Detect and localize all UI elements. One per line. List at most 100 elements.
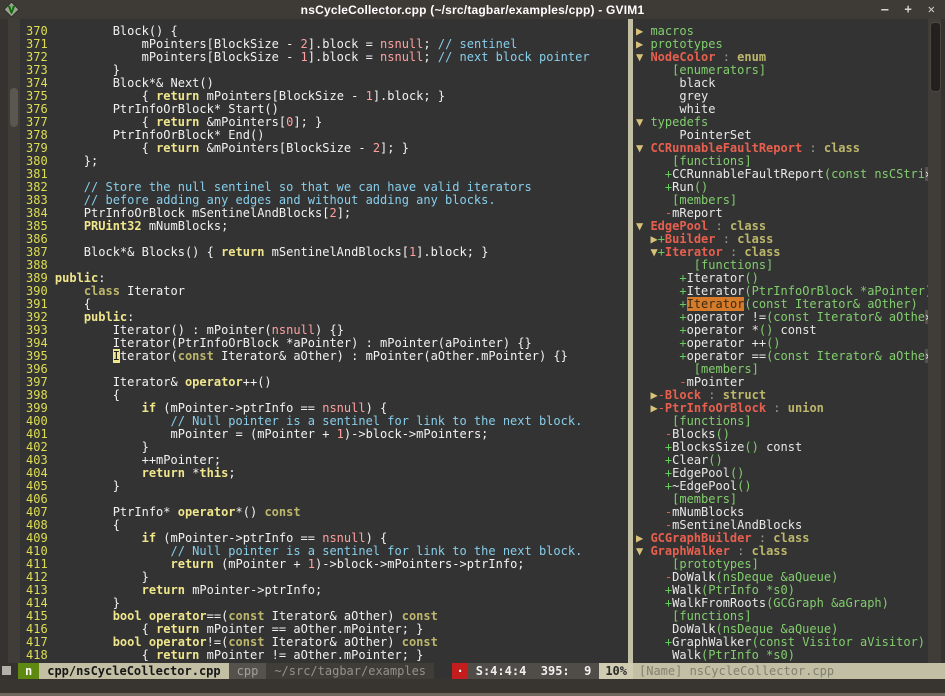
maximize-button[interactable]: +: [905, 0, 912, 19]
text-token: [636, 635, 665, 649]
text-token: [members]: [672, 492, 737, 506]
line-number: 390: [26, 284, 55, 298]
left-scrollbar-thumb[interactable]: [10, 88, 18, 127]
text-token: [636, 180, 665, 194]
working-dir-segment: ~/src/tagbar/examples: [266, 663, 434, 679]
fold-arrow-icon: ▶: [636, 37, 650, 51]
text-token: Iterator(PtrInfoOrBlock *aPointer) : mPo…: [55, 336, 532, 350]
code-line[interactable]: 379 { return &mPointers[BlockSize - 2]; …: [26, 142, 590, 155]
text-token: macros: [650, 24, 693, 38]
text-token: Iterator() : mPointer(: [55, 323, 272, 337]
text-token: ]; }: [380, 141, 409, 155]
text-token: return: [171, 557, 214, 571]
text-token: class: [824, 141, 860, 155]
line-number: 411: [26, 557, 55, 571]
text-token: ].block; }: [416, 245, 488, 259]
text-token: terator(: [120, 349, 178, 363]
code-line[interactable]: 385 PRUint32 mNumBlocks;: [26, 220, 590, 233]
text-token: return: [156, 89, 199, 103]
text-token: [636, 336, 679, 350]
text-token: [55, 609, 113, 623]
code-line[interactable]: 405 }: [26, 480, 590, 493]
text-token: if: [142, 401, 156, 415]
line-number: 378: [26, 128, 55, 142]
text-token: ~EdgePool: [672, 479, 737, 493]
text-token: NodeColor: [650, 50, 715, 64]
scrollbar-corner: [2, 666, 11, 675]
text-token: Iterator: [665, 245, 723, 259]
code-line[interactable]: 387 Block*& Blocks() { return mSentinelA…: [26, 246, 590, 259]
text-token: // next block pointer: [438, 50, 590, 64]
text-token: (): [744, 440, 758, 454]
code-line[interactable]: 380 };: [26, 155, 590, 168]
text-token: [members]: [694, 362, 759, 376]
text-token: [636, 388, 650, 402]
left-scrollbar[interactable]: [8, 19, 20, 663]
text-token: [636, 323, 679, 337]
text-token: {: [55, 648, 156, 662]
line-number: 385: [26, 219, 55, 233]
code-line[interactable]: 418 { return mPointer != aOther.mPointer…: [26, 649, 590, 662]
fold-arrow-icon: ▶: [650, 232, 657, 246]
fold-arrow-icon: ▼: [636, 50, 650, 64]
text-token: 1: [301, 50, 308, 64]
fold-arrow-icon: ▼: [636, 544, 650, 558]
line-number: 409: [26, 531, 55, 545]
text-token: nsnull: [322, 531, 365, 545]
text-token: const: [178, 349, 214, 363]
text-token: 2: [373, 141, 380, 155]
text-token: :: [730, 544, 752, 558]
text-token: Clear: [672, 453, 708, 467]
text-token: &mPointers[BlockSize -: [199, 141, 372, 155]
close-button[interactable]: ✕: [928, 0, 935, 19]
cursor-position-segment: S:4:4:4 395: 9: [468, 663, 600, 679]
text-token: [636, 648, 672, 662]
line-number: 387: [26, 245, 55, 259]
visibility-private-icon: -: [658, 388, 665, 402]
text-token: Iterator& aOther): [264, 609, 401, 623]
text-token: prototypes: [650, 37, 722, 51]
line-number: 374: [26, 76, 55, 90]
code-line[interactable]: 388: [26, 259, 590, 272]
text-token: class: [730, 219, 766, 233]
text-token: (mPointer->ptrInfo ==: [156, 401, 322, 415]
text-token: // Null pointer is a sentinel for link t…: [55, 414, 582, 428]
text-token: mPointer->ptrInfo;: [185, 583, 322, 597]
text-token: DoWalk: [672, 622, 715, 636]
code-line[interactable]: 395 Iterator(const Iterator& aOther) : m…: [26, 350, 590, 363]
text-token: [55, 531, 142, 545]
tagbar-row[interactable]: Walk(PtrInfo *s0): [636, 649, 928, 662]
text-token: PtrInfoOrBlock* Start(): [55, 102, 279, 116]
text-token: operator: [178, 505, 236, 519]
text-token: // Store the null sentinel so that we ca…: [55, 180, 532, 194]
text-token: [636, 570, 665, 584]
text-token: // Null pointer is a sentinel for link t…: [55, 544, 582, 558]
vim-logo-icon: [4, 2, 19, 17]
text-token: [636, 505, 665, 519]
line-number: 373: [26, 63, 55, 77]
text-token: [55, 635, 113, 649]
code-line[interactable]: 390 class Iterator: [26, 285, 590, 298]
text-token: (PtrInfoOrBlock *aPointer): [744, 284, 928, 298]
text-token: [636, 258, 694, 272]
minimize-button[interactable]: –: [881, 0, 888, 19]
text-token: (const nsCStri: [824, 167, 925, 181]
line-number: 400: [26, 414, 55, 428]
code-editor[interactable]: 370 Block() {371 mPointers[BlockSize - 2…: [20, 19, 628, 663]
text-token: operator ++: [687, 336, 766, 350]
tagbar-sidebar[interactable]: ▶ macros▶ prototypes▼ NodeColor : enum […: [633, 19, 928, 663]
text-token: :: [716, 232, 738, 246]
line-number: 393: [26, 323, 55, 337]
text-token: (): [708, 453, 722, 467]
right-scrollbar[interactable]: [928, 19, 941, 663]
line-number: 405: [26, 479, 55, 493]
text-token: return: [156, 141, 199, 155]
line-number: 415: [26, 609, 55, 623]
text-token: :: [802, 141, 824, 155]
right-scrollbar-thumb[interactable]: [930, 22, 941, 92]
text-token: Block*& Blocks() {: [55, 245, 221, 259]
line-number: 403: [26, 453, 55, 467]
text-token: return: [142, 466, 185, 480]
text-token: CCRunnableFaultReport: [650, 141, 802, 155]
text-token: :: [766, 401, 788, 415]
